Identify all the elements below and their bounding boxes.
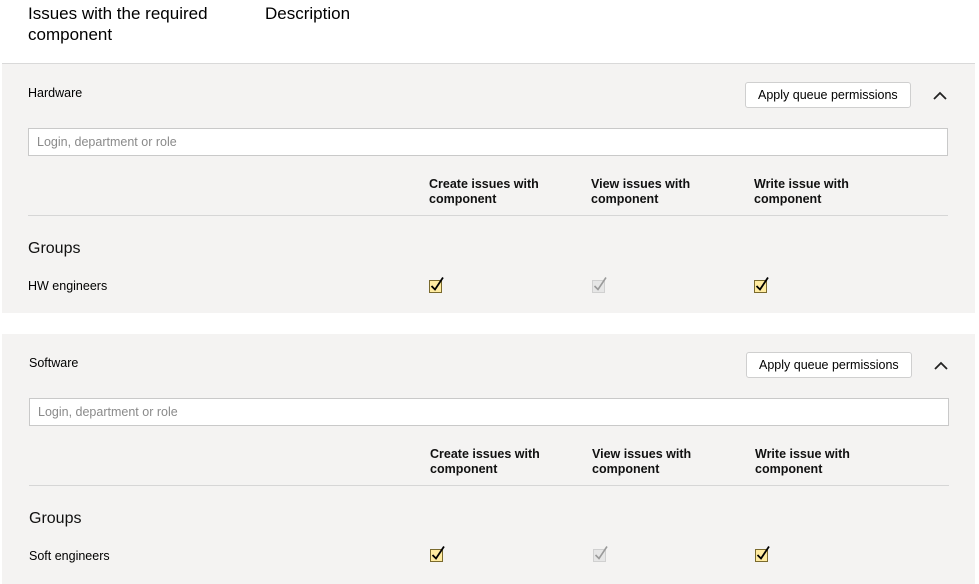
group-name: Soft engineers bbox=[29, 549, 110, 563]
table-divider bbox=[29, 485, 949, 486]
column-header-view: View issues with component bbox=[592, 447, 692, 476]
chevron-up-icon[interactable] bbox=[931, 356, 951, 376]
search-input[interactable] bbox=[29, 398, 949, 426]
view-permission-checkbox bbox=[591, 276, 609, 294]
tab-description[interactable]: Description bbox=[265, 3, 350, 24]
apply-queue-permissions-button[interactable]: Apply queue permissions bbox=[746, 352, 912, 378]
component-panel-software: Software Apply queue permissions Create … bbox=[2, 334, 975, 584]
column-header-create: Create issues with component bbox=[430, 447, 540, 476]
column-header-write: Write issue with component bbox=[754, 177, 849, 206]
view-permission-checkbox bbox=[592, 545, 610, 563]
table-divider bbox=[28, 215, 948, 216]
groups-heading: Groups bbox=[28, 240, 81, 257]
create-permission-checkbox[interactable] bbox=[428, 276, 446, 294]
component-panel-hardware: Hardware Apply queue permissions Create … bbox=[2, 64, 975, 313]
group-name: HW engineers bbox=[28, 279, 108, 293]
panel-title: Software bbox=[29, 356, 79, 370]
write-permission-checkbox[interactable] bbox=[753, 276, 771, 294]
write-permission-checkbox[interactable] bbox=[754, 545, 772, 563]
apply-queue-permissions-button[interactable]: Apply queue permissions bbox=[745, 82, 911, 108]
panel-title: Hardware bbox=[28, 86, 83, 100]
create-permission-checkbox[interactable] bbox=[429, 545, 447, 563]
tab-issues-with-required-component[interactable]: Issues with the required component bbox=[28, 3, 238, 45]
column-header-view: View issues with component bbox=[591, 177, 691, 206]
column-header-write: Write issue with component bbox=[755, 447, 850, 476]
chevron-up-icon[interactable] bbox=[930, 86, 950, 106]
search-input[interactable] bbox=[28, 128, 948, 156]
groups-heading: Groups bbox=[29, 510, 82, 527]
column-header-create: Create issues with component bbox=[429, 177, 539, 206]
